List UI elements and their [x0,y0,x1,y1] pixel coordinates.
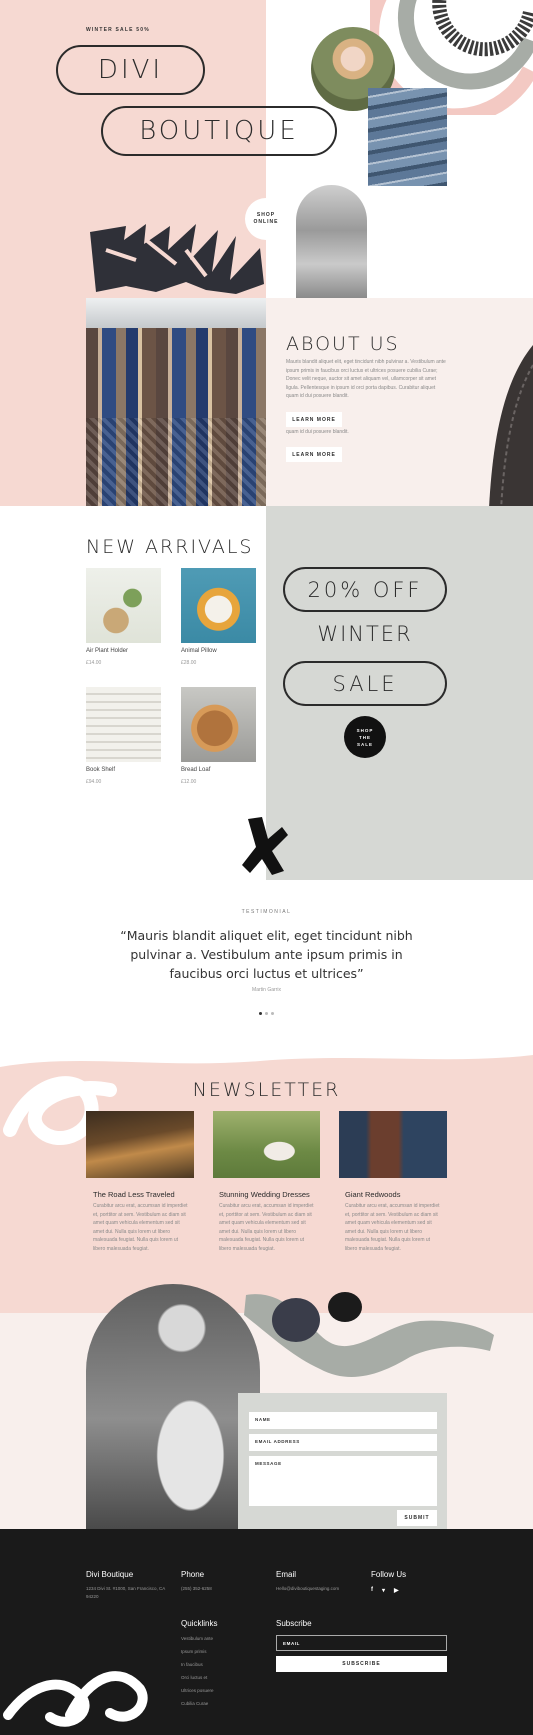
jeans-image [368,88,447,186]
footer-email-heading: Email [276,1570,297,1579]
product-image-animal-pillow [181,568,256,643]
blonde-woman-arch-image [296,185,367,298]
about-body-2: quam id dui posuere blandit. [286,429,349,435]
footer-phone[interactable]: (255) 352-6258 [181,1585,212,1593]
post-image-road [86,1111,194,1178]
shop-the-sale-label: SHOP THE SALE [356,727,374,747]
post-image-wedding [213,1111,320,1178]
post-title[interactable]: The Road Less Traveled [93,1190,175,1199]
slider-dot[interactable] [271,1012,274,1015]
footer-address: 1234 Divi St. #1000, San Francisco, CA 9… [86,1586,166,1599]
newsletter-heading: NEWSLETTER [192,1079,341,1101]
testimonial-label: TESTIMONIAL [241,909,292,915]
footer-email[interactable]: Hello@diviboutiquestaging.com [276,1585,339,1593]
post-title[interactable]: Stunning Wedding Dresses [219,1190,310,1199]
slider-dot[interactable] [265,1012,268,1015]
footer-phone-heading: Phone [181,1570,205,1579]
social-icons: f ▾ ▶ [371,1587,399,1594]
subscribe-button[interactable]: SUBSCRIBE [276,1656,447,1672]
about-heading: ABOUT US [286,333,400,355]
message-placeholder: MESSAGE [255,1461,282,1466]
slider-dot-active[interactable] [259,1012,262,1015]
shop-the-sale-button[interactable]: SHOP THE SALE [344,716,386,758]
product-price: £12.00 [181,779,197,785]
product-price: £94.00 [86,779,102,785]
left-strip-bg [0,298,86,506]
quicklink[interactable]: Ultrices posuere [181,1684,214,1697]
email-field[interactable]: EMAIL ADDRESS [249,1434,437,1451]
about-learn-more-button[interactable]: LEARN MORE [286,412,342,427]
subscribe-placeholder: EMAIL [283,1641,300,1646]
message-field[interactable]: MESSAGE [249,1456,437,1506]
footer-quicklinks-heading: Quicklinks [181,1619,218,1628]
product-image-book-shelf [86,687,161,762]
product-name[interactable]: Book Shelf [86,767,115,773]
product-name[interactable]: Air Plant Holder [86,648,128,654]
quicklinks-list: Vestibulum ante Ipsum primis In faucibus… [181,1632,214,1710]
testimonial-quote: “Mauris blandit aliquet elit, eget tinci… [120,928,413,981]
product-price: £28.00 [181,660,197,666]
product-price: £14.00 [86,660,102,666]
woman-dress-arch-image [86,1284,260,1529]
product-name[interactable]: Animal Pillow [181,648,217,654]
quicklink[interactable]: Ipsum primis [181,1645,214,1658]
twitter-icon[interactable]: ▾ [382,1587,385,1594]
facebook-icon[interactable]: f [371,1587,373,1594]
youtube-icon[interactable]: ▶ [394,1587,399,1594]
dark-brush-decoration [90,224,264,294]
about-body: Mauris blandit aliquet elit, eget tincid… [286,359,446,400]
sale-label: WINTER SALE 50% [86,27,150,33]
post-image-redwoods [339,1111,447,1178]
hero-title-boutique: BOUTIQUE [101,106,337,156]
promo-discount: 20% OFF [283,567,447,612]
post-title[interactable]: Giant Redwoods [345,1190,400,1199]
quicklink[interactable]: Orci luctus et [181,1671,214,1684]
subscribe-email-field[interactable]: EMAIL [276,1635,447,1651]
quicklink[interactable]: In faucibus [181,1658,214,1671]
quicklink[interactable]: Vestibulum ante [181,1632,214,1645]
about-learn-more-button-2[interactable]: LEARN MORE [286,447,342,462]
product-name[interactable]: Bread Loaf [181,767,210,773]
new-arrivals-heading: NEW ARRIVALS [86,536,254,558]
footer-follow-heading: Follow Us [371,1570,407,1579]
product-image-bread-loaf [181,687,256,762]
email-placeholder: EMAIL ADDRESS [255,1439,300,1444]
brush-x-decoration [242,817,288,875]
post-excerpt: Curabitur arcu erat, accumsan id imperdi… [345,1203,440,1252]
testimonial-author: Martin Garrix [252,987,281,993]
footer-subscribe-heading: Subscribe [276,1619,312,1628]
clothes-rack-image [86,298,266,506]
name-field[interactable]: NAME [249,1412,437,1429]
white-brush-scribble [3,1671,148,1727]
post-excerpt: Curabitur arcu erat, accumsan id imperdi… [219,1203,314,1252]
promo-winter: WINTER [317,622,413,646]
sage-brush-decoration [244,1292,494,1378]
product-image-air-plant [86,568,161,643]
promo-sale: SALE [283,661,447,706]
testimonial-dots[interactable] [259,1012,274,1015]
footer-brand: Divi Boutique [86,1570,134,1579]
post-excerpt: Curabitur arcu erat, accumsan id imperdi… [93,1203,188,1252]
hero-title-divi: DIVI [56,45,205,95]
name-placeholder: NAME [255,1417,271,1422]
quicklink[interactable]: Cubilia Curae [181,1697,214,1710]
submit-button[interactable]: SUBMIT [397,1510,437,1526]
